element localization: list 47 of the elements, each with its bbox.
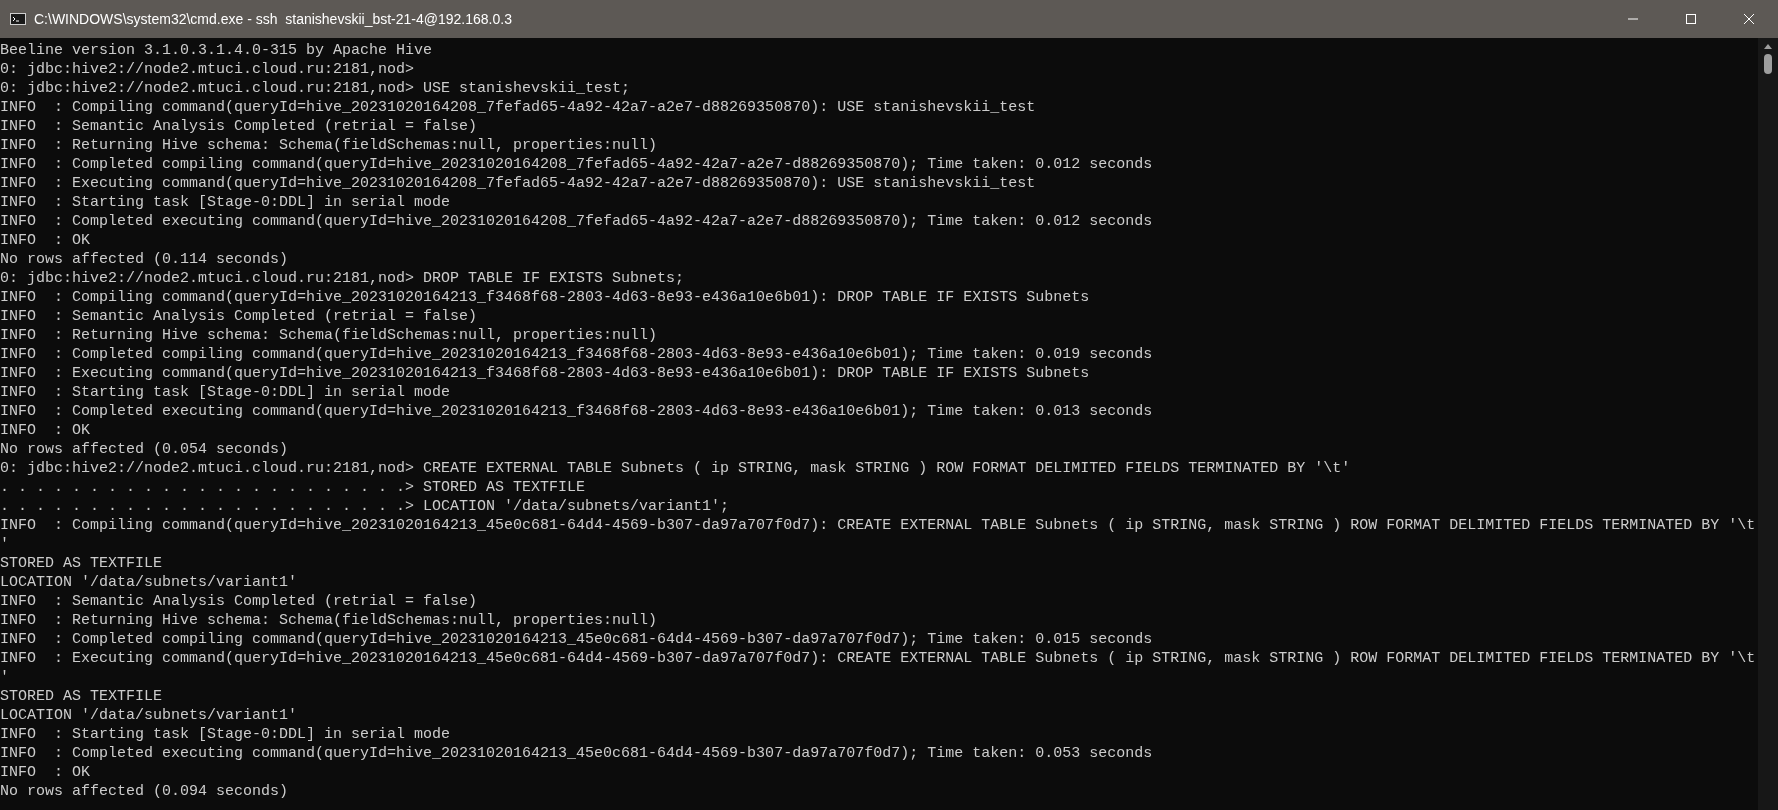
- terminal-line: INFO : OK: [0, 231, 90, 250]
- terminal-line: INFO : Returning Hive schema: Schema(fieldSchemas:null, properties:null): [0, 326, 658, 345]
- terminal-line: 0: jdbc:hive2://node2.mtuci.cloud.ru:2181,nod> DROP TABLE IF EXISTS Subnets;: [0, 269, 685, 288]
- terminal-line: 0: jdbc:hive2://node2.mtuci.cloud.ru:2181,nod>: [0, 60, 415, 79]
- terminal-line: INFO : Completed executing command(queryId=hive_20231020164213_45e0c681-64d4-4569-b307-da97a707f0d7); Time taken: 0.053 seconds: [0, 744, 1153, 763]
- terminal-line: INFO : Starting task [Stage-0:DDL] in serial mode: [0, 725, 451, 744]
- terminal-line: INFO : Semantic Analysis Completed (retrial = false): [0, 117, 478, 136]
- terminal-line: . . . . . . . . . . . . . . . . . . . . . . .> STORED AS TEXTFILE: [0, 478, 586, 497]
- terminal-line: 0: jdbc:hive2://node2.mtuci.cloud.ru:2181,nod> USE stanishevskii_test;: [0, 79, 631, 98]
- terminal-line: No rows affected (0.114 seconds): [0, 250, 289, 269]
- scrollbar-thumb[interactable]: [1764, 54, 1772, 74]
- terminal-line: INFO : Semantic Analysis Completed (retrial = false): [0, 307, 478, 326]
- terminal-line: No rows affected (0.054 seconds): [0, 440, 289, 459]
- scrollbar[interactable]: [1758, 38, 1778, 810]
- terminal-line: INFO : Semantic Analysis Completed (retrial = false): [0, 592, 478, 611]
- terminal-line: INFO : Completed executing command(queryId=hive_20231020164213_f3468f68-2803-4d63-8e93-e436a10e6b01); Time taken: 0.013 seconds: [0, 402, 1153, 421]
- terminal-line: STORED AS TEXTFILE: [0, 687, 163, 706]
- terminal-line: INFO : Completed compiling command(queryId=hive_20231020164208_7fefad65-4a92-42a7-a2e7-d88269350870); Time taken: 0.012 seconds: [0, 155, 1153, 174]
- terminal-line: INFO : Compiling command(queryId=hive_20231020164213_f3468f68-2803-4d63-8e93-e436a10e6b01): DROP TABLE IF EXISTS Subnets: [0, 288, 1090, 307]
- terminal-line: 0: jdbc:hive2://node2.mtuci.cloud.ru:2181,nod> CREATE EXTERNAL TABLE Subnets ( ip STRING, mask STRING ) ROW FORMAT DELIMITED FIELDS TERMINATED BY '\t': [0, 459, 1351, 478]
- terminal-line: INFO : Executing command(queryId=hive_20231020164208_7fefad65-4a92-42a7-a2e7-d88269350870): USE stanishevskii_test: [0, 174, 1036, 193]
- scroll-up-icon[interactable]: [1764, 44, 1772, 49]
- terminal-line: No rows affected (0.094 seconds): [0, 782, 289, 801]
- terminal-line: INFO : Completed compiling command(queryId=hive_20231020164213_45e0c681-64d4-4569-b307-da97a707f0d7); Time taken: 0.015 seconds: [0, 630, 1153, 649]
- terminal-line: INFO : Executing command(queryId=hive_20231020164213_f3468f68-2803-4d63-8e93-e436a10e6b01): DROP TABLE IF EXISTS Subnets: [0, 364, 1090, 383]
- terminal-line: INFO : Completed executing command(queryId=hive_20231020164208_7fefad65-4a92-42a7-a2e7-d88269350870); Time taken: 0.012 seconds: [0, 212, 1153, 231]
- terminal-line: INFO : Starting task [Stage-0:DDL] in serial mode: [0, 193, 451, 212]
- terminal-line: INFO : Starting task [Stage-0:DDL] in serial mode: [0, 383, 451, 402]
- terminal-line: Beeline version 3.1.0.3.1.4.0-315 by Apache Hive: [0, 41, 433, 60]
- terminal-line: INFO : Executing command(queryId=hive_20231020164213_45e0c681-64d4-4569-b307-da97a707f0d7): CREATE EXTERNAL TABLE Subnets ( ip STRING, mask STRING ) ROW FORMAT DELIMITED FIELDS TERMINATED BY '\t: [0, 649, 1756, 668]
- terminal-line: INFO : OK: [0, 763, 90, 782]
- terminal-line: ': [0, 668, 9, 687]
- terminal-line: STORED AS TEXTFILE: [0, 554, 163, 573]
- terminal-app-icon: [10, 13, 26, 25]
- terminal-line: INFO : Compiling command(queryId=hive_20231020164208_7fefad65-4a92-42a7-a2e7-d88269350870): USE stanishevskii_test: [0, 98, 1036, 117]
- close-icon: [1743, 13, 1755, 25]
- terminal-line: LOCATION '/data/subnets/variant1': [0, 706, 298, 725]
- terminal-line: INFO : Compiling command(queryId=hive_20231020164213_45e0c681-64d4-4569-b307-da97a707f0d7): CREATE EXTERNAL TABLE Subnets ( ip STRING, mask STRING ) ROW FORMAT DELIMITED FIELDS TERMINATED BY '\t: [0, 516, 1756, 535]
- terminal-line: INFO : Returning Hive schema: Schema(fieldSchemas:null, properties:null): [0, 611, 658, 630]
- terminal-line: . . . . . . . . . . . . . . . . . . . . . . .> LOCATION '/data/subnets/variant1';: [0, 497, 730, 516]
- maximize-icon: [1685, 13, 1697, 25]
- window-title: C:\WINDOWS\system32\cmd.exe - ssh stanishevskii_bst-21-4@192.168.0.3: [34, 9, 512, 29]
- terminal-line: INFO : OK: [0, 421, 90, 440]
- terminal-line: LOCATION '/data/subnets/variant1': [0, 573, 298, 592]
- terminal-line: INFO : Returning Hive schema: Schema(fieldSchemas:null, properties:null): [0, 136, 658, 155]
- terminal-line: ': [0, 535, 9, 554]
- terminal-line: INFO : Completed compiling command(queryId=hive_20231020164213_f3468f68-2803-4d63-8e93-e436a10e6b01); Time taken: 0.019 seconds: [0, 345, 1153, 364]
